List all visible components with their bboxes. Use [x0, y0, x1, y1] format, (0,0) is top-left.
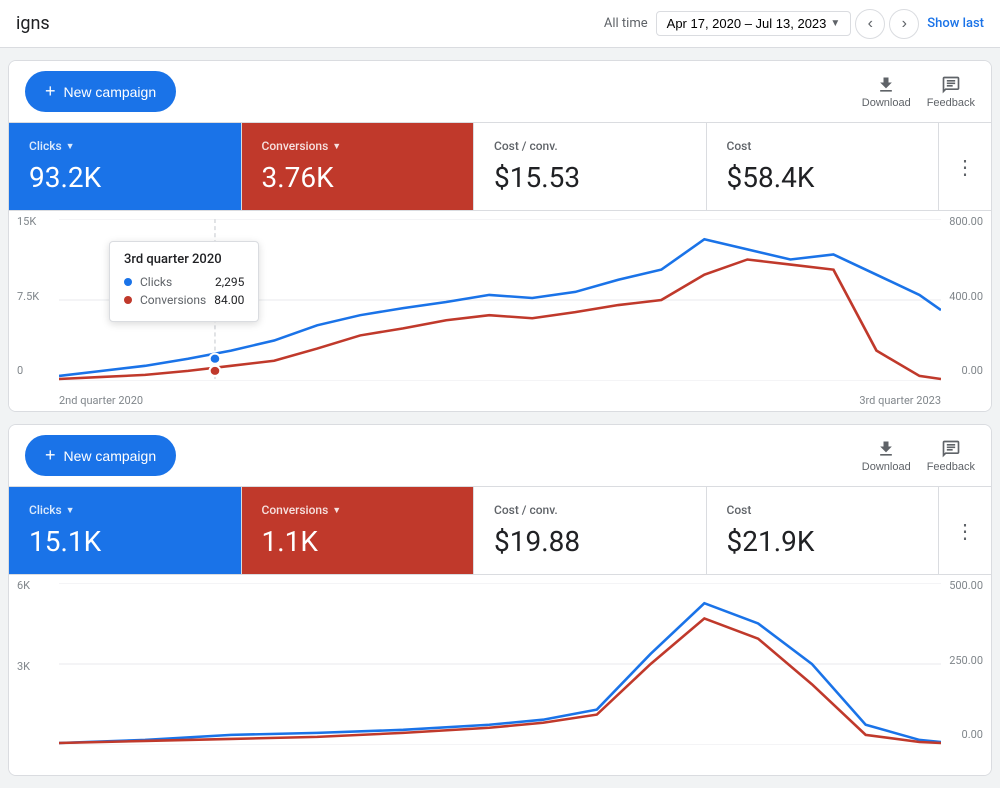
- metric-costconv-1: Cost / conv. $15.53: [474, 123, 707, 210]
- metric-value-clicks-2: 15.1K: [29, 525, 221, 558]
- section-2-toolbar: + New campaign Download Feedback: [9, 425, 991, 487]
- metric-cost-2: Cost $21.9K: [707, 487, 940, 574]
- download-icon-1: [876, 75, 896, 95]
- feedback-button-1[interactable]: Feedback: [927, 75, 975, 109]
- show-last-link[interactable]: Show last: [927, 16, 984, 31]
- new-campaign-label-1: New campaign: [64, 84, 157, 100]
- tooltip-value-conversions: 84.00: [214, 293, 244, 307]
- tooltip-row-clicks: Clicks 2,295: [124, 275, 244, 289]
- section-1-toolbar: + New campaign Download Feedback: [9, 61, 991, 123]
- metrics-row-2: Clicks ▼ 15.1K Conversions ▼ 1.1K Cost /…: [9, 487, 991, 575]
- metric-value-clicks-1: 93.2K: [29, 161, 221, 194]
- tooltip-value-clicks: 2,295: [215, 275, 244, 289]
- feedback-icon-2: [941, 439, 961, 459]
- metric-value-costconv-1: $15.53: [494, 161, 686, 194]
- chart-tooltip-1: 3rd quarter 2020 Clicks 2,295 Conversion…: [109, 241, 259, 322]
- dropdown-arrow-clicks-2[interactable]: ▼: [66, 505, 75, 516]
- date-range-value: Apr 17, 2020 – Jul 13, 2023: [667, 16, 827, 31]
- y-right-mid-1: 400.00: [949, 290, 983, 303]
- metric-clicks-2: Clicks ▼ 15.1K: [9, 487, 242, 574]
- tooltip-name-clicks: Clicks: [140, 275, 207, 289]
- chart-svg-2: [59, 583, 941, 745]
- chart-y-axis-left-2: 6K 3K: [17, 575, 30, 745]
- plus-icon-2: +: [45, 445, 56, 466]
- metric-label-clicks-2: Clicks ▼: [29, 503, 221, 517]
- tooltip-dot-conversions: [124, 296, 132, 304]
- new-campaign-button-2[interactable]: + New campaign: [25, 435, 176, 476]
- metric-label-cost-2: Cost: [727, 503, 919, 517]
- metric-costconv-2: Cost / conv. $19.88: [474, 487, 707, 574]
- y-left-top-1: 15K: [17, 215, 39, 228]
- y-left-mid-2: 3K: [17, 660, 30, 673]
- chart-y-axis-left-1: 15K 7.5K 0: [17, 211, 39, 381]
- y-left-top-2: 6K: [17, 579, 30, 592]
- metric-value-cost-2: $21.9K: [727, 525, 919, 558]
- metric-clicks-1: Clicks ▼ 93.2K: [9, 123, 242, 210]
- metric-label-conversions-2: Conversions ▼: [262, 503, 454, 517]
- y-right-mid-2: 250.00: [949, 654, 983, 667]
- dropdown-arrow-clicks-1[interactable]: ▼: [66, 141, 75, 152]
- metric-conversions-1: Conversions ▼ 3.76K: [242, 123, 475, 210]
- chart-area-1: 15K 7.5K 0 800.00 400.00 0.00: [9, 211, 991, 411]
- tooltip-row-conversions: Conversions 84.00: [124, 293, 244, 307]
- metric-value-cost-1: $58.4K: [727, 161, 919, 194]
- metric-label-clicks-1: Clicks ▼: [29, 139, 221, 153]
- y-right-top-1: 800.00: [949, 215, 983, 228]
- metric-label-costconv-1: Cost / conv.: [494, 139, 686, 153]
- metric-value-conversions-1: 3.76K: [262, 161, 454, 194]
- y-left-mid-1: 7.5K: [17, 290, 39, 303]
- section-1: + New campaign Download Feedback Clicks …: [8, 60, 992, 412]
- feedback-label-2: Feedback: [927, 461, 975, 473]
- page-title: igns: [16, 13, 50, 34]
- feedback-label-1: Feedback: [927, 97, 975, 109]
- metric-label-costconv-2: Cost / conv.: [494, 503, 686, 517]
- x-label-left-1: 2nd quarter 2020: [59, 394, 143, 407]
- x-label-right-1: 3rd quarter 2023: [859, 394, 941, 407]
- prev-period-button[interactable]: ‹: [855, 9, 885, 39]
- next-period-button[interactable]: ›: [889, 9, 919, 39]
- top-bar-right: All time Apr 17, 2020 – Jul 13, 2023 ▼ ‹…: [604, 9, 984, 39]
- chart-y-axis-right-2: 500.00 250.00 0.00: [949, 575, 983, 745]
- new-campaign-button-1[interactable]: + New campaign: [25, 71, 176, 112]
- y-right-bot-2: 0.00: [949, 728, 983, 741]
- new-campaign-label-2: New campaign: [64, 448, 157, 464]
- plus-icon: +: [45, 81, 56, 102]
- feedback-icon-1: [941, 75, 961, 95]
- download-label-2: Download: [862, 461, 911, 473]
- download-label-1: Download: [862, 97, 911, 109]
- metric-cost-1: Cost $58.4K: [707, 123, 940, 210]
- y-right-bot-1: 0.00: [949, 364, 983, 377]
- date-range-button[interactable]: Apr 17, 2020 – Jul 13, 2023 ▼: [656, 11, 852, 36]
- date-label: All time: [604, 16, 648, 31]
- feedback-button-2[interactable]: Feedback: [927, 439, 975, 473]
- metric-label-conversions-1: Conversions ▼: [262, 139, 454, 153]
- tooltip-name-conversions: Conversions: [140, 293, 206, 307]
- metric-value-costconv-2: $19.88: [494, 525, 686, 558]
- download-button-2[interactable]: Download: [862, 439, 911, 473]
- download-button-1[interactable]: Download: [862, 75, 911, 109]
- dropdown-arrow-conversions-1[interactable]: ▼: [332, 141, 341, 152]
- section-2: + New campaign Download Feedback Clicks …: [8, 424, 992, 776]
- dropdown-arrow-conversions-2[interactable]: ▼: [332, 505, 341, 516]
- metric-value-conversions-2: 1.1K: [262, 525, 454, 558]
- more-options-button-1[interactable]: ⋮: [939, 123, 991, 210]
- metric-conversions-2: Conversions ▼ 1.1K: [242, 487, 475, 574]
- metrics-row-1: Clicks ▼ 93.2K Conversions ▼ 3.76K Cost …: [9, 123, 991, 211]
- chevron-down-icon: ▼: [830, 18, 840, 29]
- chart-x-labels-1: 2nd quarter 2020 3rd quarter 2023: [59, 394, 941, 407]
- chart-y-axis-right-1: 800.00 400.00 0.00: [949, 211, 983, 381]
- tooltip-title-1: 3rd quarter 2020: [124, 252, 244, 267]
- top-bar: igns All time Apr 17, 2020 – Jul 13, 202…: [0, 0, 1000, 48]
- download-icon-2: [876, 439, 896, 459]
- y-left-bot-1: 0: [17, 364, 39, 377]
- tooltip-dot-clicks: [124, 278, 132, 286]
- chart-area-2: 6K 3K 500.00 250.00 0.00: [9, 575, 991, 775]
- toolbar-actions-2: Download Feedback: [862, 439, 975, 473]
- more-options-button-2[interactable]: ⋮: [939, 487, 991, 574]
- y-right-top-2: 500.00: [949, 579, 983, 592]
- toolbar-actions-1: Download Feedback: [862, 75, 975, 109]
- date-range-container: All time Apr 17, 2020 – Jul 13, 2023 ▼ ‹…: [604, 9, 919, 39]
- metric-label-cost-1: Cost: [727, 139, 919, 153]
